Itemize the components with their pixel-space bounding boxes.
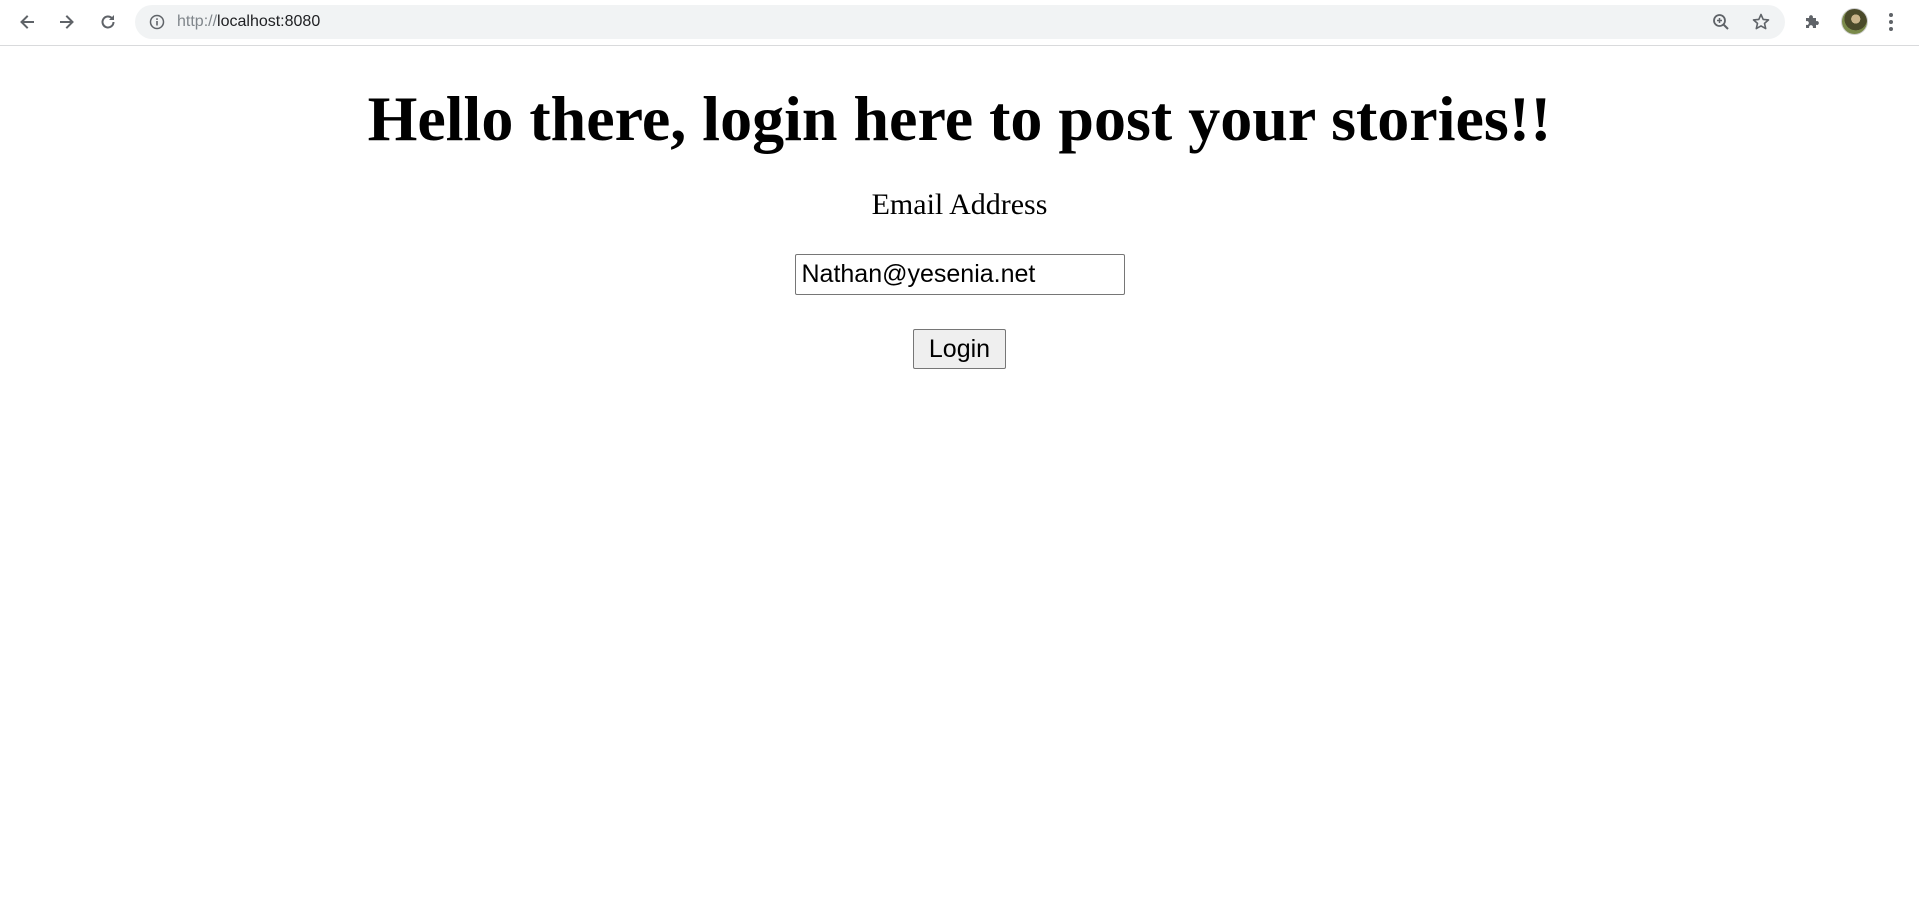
back-button[interactable] xyxy=(12,7,42,37)
puzzle-icon[interactable] xyxy=(1802,12,1822,32)
avatar[interactable] xyxy=(1841,8,1868,35)
menu-dot xyxy=(1889,27,1893,31)
email-label: Email Address xyxy=(871,188,1048,221)
bookmark-button[interactable] xyxy=(1751,12,1771,32)
arrow-left-icon xyxy=(20,15,34,29)
url-scheme: http:// xyxy=(177,13,218,30)
reload-icon xyxy=(101,15,115,29)
page-title: Hello there, login here to post your sto… xyxy=(367,83,1552,154)
email-field[interactable] xyxy=(794,254,1125,295)
address-bar[interactable]: http://localhost:8080 xyxy=(135,5,1785,39)
url-text[interactable]: http://localhost:8080 xyxy=(177,5,320,39)
kebab-menu-icon[interactable] xyxy=(1885,10,1897,34)
arrow-right-icon xyxy=(60,15,74,29)
zoom-icon xyxy=(1713,14,1729,30)
url-host: localhost:8080 xyxy=(217,13,321,30)
forward-button[interactable] xyxy=(52,7,82,37)
reload-button[interactable] xyxy=(93,7,123,37)
login-button[interactable]: Login xyxy=(913,329,1006,369)
menu-dot xyxy=(1889,20,1893,24)
menu-dot xyxy=(1889,13,1893,17)
zoom-button[interactable] xyxy=(1711,12,1731,32)
page-content: Hello there, login here to post your sto… xyxy=(0,47,1919,369)
browser-toolbar: http://localhost:8080 xyxy=(0,0,1919,46)
star-icon xyxy=(1752,13,1770,30)
info-icon[interactable] xyxy=(149,14,165,30)
